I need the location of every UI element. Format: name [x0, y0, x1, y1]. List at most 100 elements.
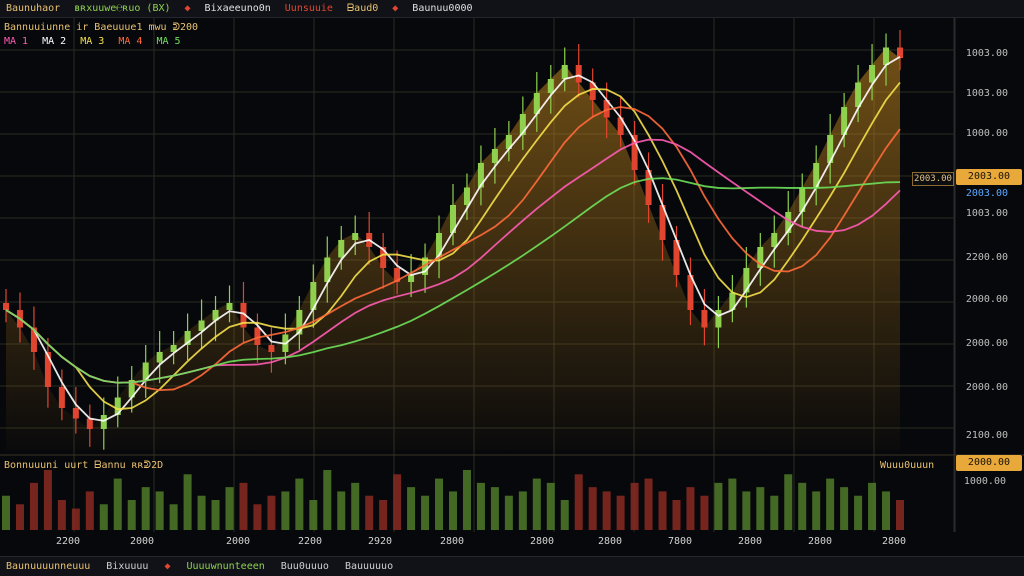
volume-bar [337, 491, 346, 530]
time-tick: 2920 [368, 536, 393, 547]
volume-bar [323, 470, 332, 530]
volume-bar [882, 491, 891, 530]
price-chart[interactable] [0, 0, 1024, 576]
volume-bar [602, 491, 611, 530]
volume-value-tag: 2000.00 [956, 455, 1022, 471]
volume-bar [574, 474, 583, 530]
volume-bar [462, 470, 471, 530]
candle-body [156, 352, 163, 363]
candle-body [268, 345, 275, 352]
candle-body [869, 65, 876, 83]
volume-bar [379, 500, 388, 530]
time-tick: 2200 [56, 536, 81, 547]
volume-bar [560, 500, 569, 530]
volume-bar [714, 482, 723, 530]
volume-bar [840, 487, 849, 530]
volume-legend: Bonnuuuni uurt ᗷannu ʀʀᕲ2D [4, 460, 163, 471]
volume-bar [798, 482, 807, 530]
candle-body [771, 233, 778, 247]
price-area-fill [6, 47, 900, 450]
candle-body [701, 310, 708, 328]
ref-symbol[interactable]: Baunuu0000 [412, 3, 472, 14]
candle-body [86, 418, 93, 429]
volume-bar [449, 491, 457, 530]
volume-bar [812, 491, 821, 530]
volume-bar [141, 487, 150, 530]
volume-bar [504, 495, 513, 530]
pair-name[interactable]: Bixaeeuno0n [205, 3, 271, 14]
volume-bar [826, 478, 835, 530]
volume-bar [854, 495, 863, 530]
price-tick: 2000.00 [965, 338, 1008, 349]
time-tick: 2000 [130, 536, 155, 547]
volume-bar [351, 482, 360, 530]
volume-bar [365, 495, 374, 530]
ma-label-3[interactable]: MA 3 [80, 36, 104, 47]
volume-title[interactable]: Bonnuuuni uurt ᗷannu ʀʀᕲ2D [4, 460, 163, 471]
candle-body [547, 79, 554, 93]
bottom-item-1[interactable]: Baunuuuunneuuu [6, 561, 90, 572]
volume-bar [700, 495, 709, 530]
volume-bar [421, 495, 430, 530]
price-tick: 1000.00 [965, 128, 1008, 139]
ma-label-5[interactable]: MA 5 [157, 36, 181, 47]
volume-bar [770, 495, 779, 530]
candle-body [338, 240, 345, 258]
volume-bar [518, 491, 527, 530]
candle-body [463, 187, 470, 205]
candle-body [408, 275, 415, 282]
time-tick: 7800 [668, 536, 693, 547]
candle-body [226, 303, 233, 310]
time-tick: 2200 [298, 536, 323, 547]
volume-bar [155, 491, 164, 530]
candle-body [715, 310, 722, 328]
price-tick: 1003.00 [965, 88, 1008, 99]
time-axis[interactable]: 2200 2000 2000 2200 2920 2800 2800 2800 … [0, 532, 1024, 552]
volume-bar [239, 482, 248, 530]
volume-bar [71, 508, 80, 530]
volume-bar [742, 491, 751, 530]
ref-price-tag: 2003.00 [912, 172, 954, 186]
volume-bar [113, 478, 122, 530]
volume-bar [546, 482, 555, 530]
time-tick: 2800 [882, 536, 907, 547]
diamond-icon: ◆ [184, 3, 191, 14]
ma-label-2[interactable]: MA 2 [42, 36, 66, 47]
price-axis[interactable]: 1003.00 1003.00 1000.00 1003.00 2200.00 … [952, 18, 1024, 456]
indicator-legend: Bannuuiunne ir Baeuuue1 mwu ᕲ200 [4, 22, 206, 33]
time-tick: 2800 [808, 536, 833, 547]
candle-body [58, 387, 65, 408]
volume-bar [407, 487, 416, 530]
ma-legend: MA 1 MA 2 MA 3 MA 4 MA 5 [4, 36, 189, 47]
ma-label-4[interactable]: MA 4 [118, 36, 142, 47]
volume-bar [43, 470, 52, 530]
price-tick: 1003.00 [965, 48, 1008, 59]
volume-bar [630, 482, 639, 530]
price-tick: 1003.00 [965, 208, 1008, 219]
volume-bar [728, 478, 737, 530]
volume-bar [868, 482, 877, 530]
time-tick: 2800 [530, 536, 555, 547]
indicator-list[interactable]: ʙʀxuuwe℮ʀuo (BX) [74, 3, 170, 14]
volume-bar [490, 487, 499, 530]
volume-bar [658, 491, 667, 530]
bottom-item-4[interactable]: Buu0uuuo [281, 561, 329, 572]
ma-label-1[interactable]: MA 1 [4, 36, 28, 47]
volume-bar [183, 474, 192, 530]
bottom-item-5[interactable]: Bauuuuuo [345, 561, 393, 572]
candle-body [491, 149, 498, 163]
candle-body [352, 233, 359, 240]
legend-line[interactable]: Bannuuiunne ir Baeuuue1 mwu ᕲ200 [4, 22, 198, 33]
bottom-item-2[interactable]: Bixuuuu [106, 561, 148, 572]
bottom-item-3[interactable]: Uuuuwnunteeen [186, 561, 264, 572]
volume-bar [99, 504, 108, 530]
volume-bar [127, 500, 136, 530]
volume-bar [295, 478, 304, 530]
ma-a-label[interactable]: Uunsuuie [285, 3, 333, 14]
volume-bar [616, 495, 625, 530]
volume-bar [2, 495, 10, 530]
symbol-name[interactable]: Baunuhaor [6, 3, 60, 14]
top-toolbar: Baunuhaor ʙʀxuuwe℮ʀuo (BX) ◆ Bixaeeuno0n… [0, 0, 1024, 18]
ma-b-label[interactable]: ᗷaud0 [347, 3, 378, 14]
volume-bar [197, 495, 206, 530]
